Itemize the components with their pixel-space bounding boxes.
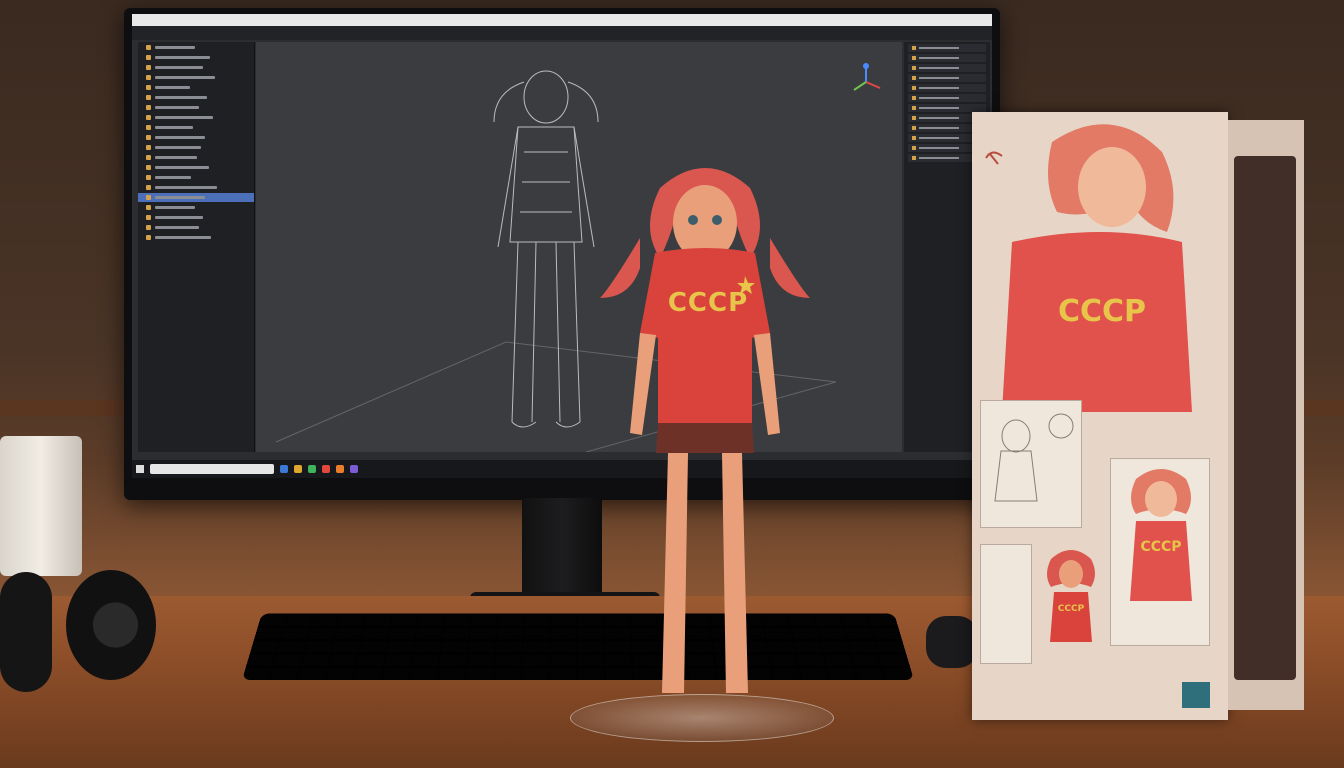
mouse xyxy=(926,616,978,668)
object-icon xyxy=(146,75,151,80)
outliner-panel xyxy=(138,42,255,452)
mug xyxy=(0,436,82,576)
figure-arm-right xyxy=(754,333,780,435)
box-panel-sketch-small xyxy=(980,544,1032,664)
property-row[interactable] xyxy=(908,44,986,52)
figure-eye-left xyxy=(688,215,698,225)
box-panel-shirt-text: CCCP xyxy=(1131,539,1191,555)
tree-row[interactable] xyxy=(138,53,254,62)
box-window xyxy=(1234,156,1296,680)
figure-leg-right xyxy=(722,453,748,693)
property-row[interactable] xyxy=(908,104,986,112)
object-icon xyxy=(146,195,151,200)
axis-gizmo xyxy=(854,63,880,90)
tree-row[interactable] xyxy=(138,163,254,172)
object-icon xyxy=(146,205,151,210)
blender-icon[interactable] xyxy=(336,465,344,473)
property-row[interactable] xyxy=(908,84,986,92)
emblem-icon xyxy=(1049,414,1073,438)
object-icon xyxy=(146,235,151,240)
monitor-screen xyxy=(132,14,992,478)
hammer-sickle-icon xyxy=(986,152,1002,164)
property-row[interactable] xyxy=(908,74,986,82)
figure-leg-left xyxy=(662,453,688,693)
app-menubar xyxy=(132,26,992,40)
headphones-right-cup xyxy=(66,570,156,680)
tree-row[interactable] xyxy=(138,63,254,72)
object-icon xyxy=(146,185,151,190)
object-icon xyxy=(146,215,151,220)
start-icon[interactable] xyxy=(136,465,144,473)
tree-row[interactable] xyxy=(138,213,254,222)
taskbar xyxy=(132,460,992,478)
figure-pigtail-left xyxy=(600,238,640,298)
app-icon[interactable] xyxy=(322,465,330,473)
tree-row[interactable] xyxy=(138,223,254,232)
figure-shirt xyxy=(640,248,770,428)
tree-row[interactable] xyxy=(138,113,254,122)
object-icon xyxy=(146,135,151,140)
tree-row[interactable] xyxy=(138,103,254,112)
object-icon xyxy=(146,125,151,130)
tree-row[interactable] xyxy=(138,93,254,102)
scene: CCCP CCCP CCCP CCCP xyxy=(0,0,1344,768)
app-icon[interactable] xyxy=(350,465,358,473)
tree-row[interactable] xyxy=(138,73,254,82)
tree-row[interactable] xyxy=(138,203,254,212)
property-row[interactable] xyxy=(908,64,986,72)
property-row[interactable] xyxy=(908,94,986,102)
tree-row[interactable] xyxy=(138,183,254,192)
wire-head xyxy=(524,71,568,123)
object-icon xyxy=(146,145,151,150)
taskbar-search[interactable] xyxy=(150,464,274,474)
tree-row[interactable] xyxy=(138,173,254,182)
product-box: CCCP CCCP CCCP xyxy=(972,112,1304,720)
object-icon xyxy=(146,155,151,160)
tree-row[interactable] xyxy=(138,43,254,52)
app-titlebar xyxy=(132,14,992,26)
tree-row[interactable] xyxy=(138,143,254,152)
figure-skirt xyxy=(656,423,754,453)
wire-hair xyxy=(494,82,598,122)
tree-row[interactable] xyxy=(138,123,254,132)
object-icon xyxy=(146,105,151,110)
box-shirt-text: CCCP xyxy=(1042,294,1162,329)
folder-icon[interactable] xyxy=(294,465,302,473)
app-icon[interactable] xyxy=(308,465,316,473)
brand-logo-icon xyxy=(1182,682,1210,708)
object-icon xyxy=(146,175,151,180)
tree-row[interactable] xyxy=(138,133,254,142)
object-icon xyxy=(146,95,151,100)
tree-row[interactable] xyxy=(138,153,254,162)
object-icon xyxy=(146,45,151,50)
figure-eye-right xyxy=(712,215,722,225)
object-icon xyxy=(146,65,151,70)
box-mini-shirt-text: CCCP xyxy=(1051,604,1091,614)
figure-arm-left xyxy=(630,333,656,435)
headphones-left-cup xyxy=(0,572,52,692)
box-panel-color-art: CCCP xyxy=(1110,458,1210,646)
tree-row[interactable] xyxy=(138,83,254,92)
object-icon xyxy=(146,165,151,170)
object-icon xyxy=(146,85,151,90)
object-icon xyxy=(146,55,151,60)
object-icon xyxy=(146,115,151,120)
property-row[interactable] xyxy=(908,54,986,62)
box-front: CCCP CCCP CCCP xyxy=(972,112,1228,720)
box-illustration-face xyxy=(1078,147,1146,227)
wire-legs xyxy=(512,242,580,422)
wire-torso xyxy=(510,127,582,242)
object-icon xyxy=(146,225,151,230)
box-panel-mini-figure: CCCP xyxy=(1036,544,1106,664)
box-main-illustration xyxy=(972,112,1228,412)
figure-pigtail-right xyxy=(770,238,810,298)
box-panel-sketch xyxy=(980,400,1082,528)
figure-shirt-text: CCCP xyxy=(658,288,758,318)
app-icon[interactable] xyxy=(280,465,288,473)
tree-row-selected[interactable] xyxy=(138,193,254,202)
figure: CCCP xyxy=(590,148,820,728)
tree-row[interactable] xyxy=(138,233,254,242)
box-side xyxy=(1228,120,1304,710)
